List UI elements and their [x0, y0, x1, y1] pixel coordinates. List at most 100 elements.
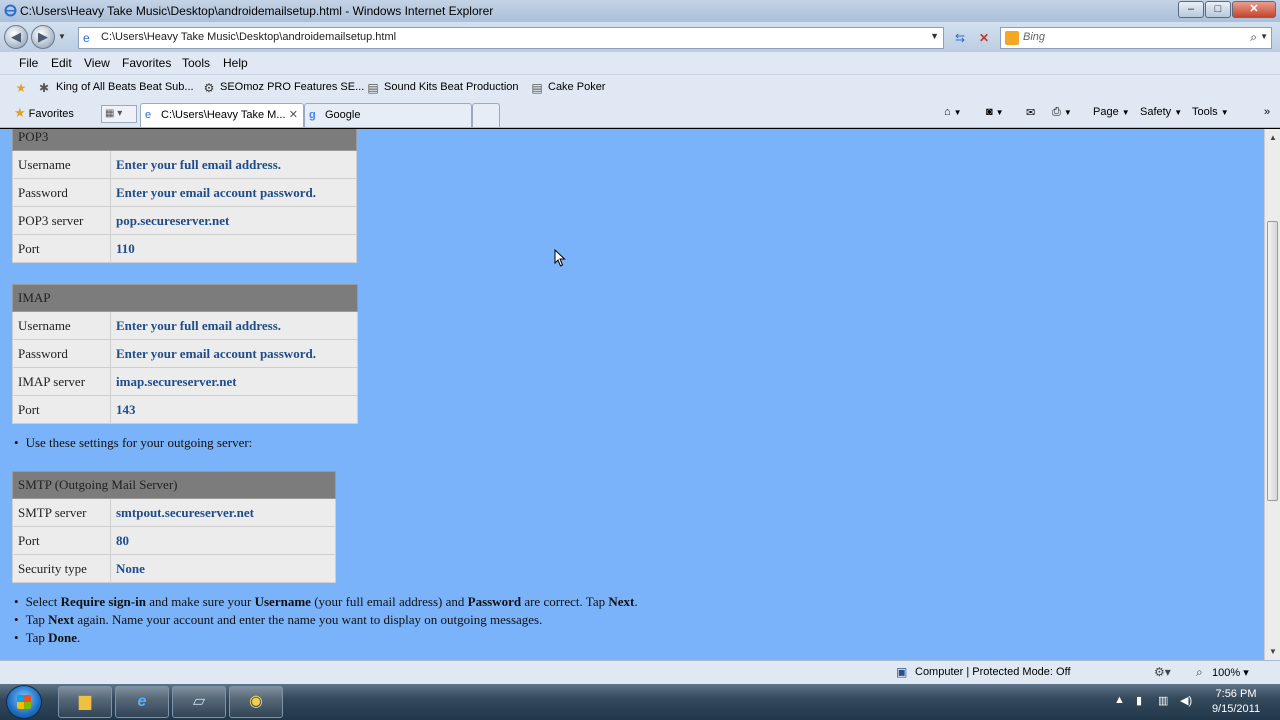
search-icon[interactable]: ⌕ — [1250, 30, 1257, 45]
favorite-link-cake-poker[interactable]: Cake Poker — [548, 81, 605, 93]
search-options-dropdown-icon[interactable]: ▼ — [1260, 32, 1268, 41]
minimize-button[interactable]: – — [1178, 1, 1204, 18]
print-button[interactable]: ⎙ ▼ — [1052, 106, 1072, 119]
title-bar: C:\Users\Heavy Take Music\Desktop\androi… — [0, 0, 1280, 22]
step-text: (your full email address) and — [310, 594, 468, 609]
menu-edit[interactable]: Edit — [51, 56, 72, 70]
address-dropdown-icon[interactable]: ▼ — [930, 31, 939, 41]
clock-date: 9/15/2011 — [1211, 703, 1261, 715]
page-icon: e — [83, 31, 90, 45]
favorites-label: Favorites — [28, 108, 74, 120]
table-row: Username Enter your full email address. — [12, 311, 358, 340]
volume-icon[interactable]: ◀) — [1180, 694, 1192, 707]
chevron-down-icon: ▼ — [1121, 108, 1130, 117]
windows-taskbar: ▆ e ▱ ◉ ▲ ▮ ▥ ◀) 7:56 PM 9/15/2011 — [0, 684, 1280, 720]
favorites-button[interactable]: ★ Favorites — [14, 105, 74, 121]
network-icon[interactable]: ▥ — [1158, 694, 1168, 707]
scroll-up-icon[interactable]: ▲ — [1269, 133, 1277, 142]
favorite-link-seomoz[interactable]: SEOmoz PRO Features SE... — [220, 81, 364, 93]
favorite-link-sound-kits[interactable]: Sound Kits Beat Production — [384, 81, 519, 93]
tools-menu-button[interactable]: Tools ▼ — [1192, 106, 1229, 118]
tab-google[interactable]: g Google — [304, 103, 472, 127]
step-bold-text: Require sign-in — [60, 594, 146, 609]
system-clock[interactable]: 7:56 PM 9/15/2011 — [1206, 687, 1266, 717]
smtp-header: SMTP (Outgoing Mail Server) — [12, 471, 336, 499]
menu-tools[interactable]: Tools — [182, 56, 210, 70]
scroll-down-icon[interactable]: ▼ — [1269, 647, 1277, 656]
setting-value: pop.secureserver.net — [110, 206, 357, 235]
tab-bar: ★ Favorites ▦ ▾ e C:\Users\Heavy Take M..… — [0, 100, 1280, 128]
power-icon[interactable]: ▮ — [1136, 694, 1142, 707]
setting-label: Password — [12, 339, 111, 368]
add-favorite-star-icon[interactable]: ★ — [14, 81, 28, 95]
taskbar-internet-explorer[interactable]: e — [115, 686, 169, 718]
menu-help[interactable]: Help — [223, 56, 248, 70]
setting-label: Port — [12, 395, 111, 424]
home-button[interactable]: ⌂ ▼ — [944, 106, 962, 118]
taskbar-app[interactable]: ▱ — [172, 686, 226, 718]
new-tab-button[interactable] — [472, 103, 500, 127]
window-title: C:\Users\Heavy Take Music\Desktop\androi… — [20, 4, 494, 18]
recorder-icon: ◉ — [249, 693, 263, 710]
search-placeholder: Bing — [1023, 31, 1046, 43]
step-bold-text: Done — [48, 630, 78, 645]
feeds-button[interactable]: ◙ ▼ — [986, 106, 1004, 118]
status-bar: ▣ Computer | Protected Mode: Off ⚙▾ ⌕ 10… — [0, 660, 1280, 684]
setting-label: Username — [12, 150, 111, 179]
address-field[interactable]: e C:\Users\Heavy Take Music\Desktop\andr… — [78, 27, 944, 49]
chevron-down-icon: ▼ — [1220, 108, 1229, 117]
page-link-icon: ▤ — [531, 81, 543, 95]
setting-value: Enter your full email address. — [110, 311, 358, 340]
maximize-button[interactable]: □ — [1205, 1, 1231, 18]
pop3-settings-table: POP3 Username Enter your full email addre… — [12, 129, 357, 263]
stop-icon[interactable]: ✕ — [974, 28, 994, 48]
page-menu-button[interactable]: Page ▼ — [1093, 106, 1130, 118]
security-zone-status[interactable]: Computer | Protected Mode: Off — [915, 666, 1071, 678]
chevron-expand-icon[interactable]: » — [1264, 106, 1270, 118]
protected-mode-icon[interactable]: ⚙▾ — [1154, 665, 1171, 679]
step-text: . — [77, 630, 81, 645]
zoom-level[interactable]: 100% ▾ — [1212, 666, 1249, 679]
favorite-link-king-of-all-beats[interactable]: King of All Beats Beat Sub... — [56, 81, 194, 93]
show-hidden-icons[interactable]: ▲ — [1114, 694, 1125, 706]
menu-favorites[interactable]: Favorites — [122, 56, 171, 70]
mail-icon: ✉ — [1026, 107, 1036, 119]
tab-androidemailsetup[interactable]: e C:\Users\Heavy Take M... ✕ — [140, 103, 304, 127]
setting-label: Port — [12, 526, 111, 555]
internet-explorer-icon: e — [137, 693, 147, 710]
table-row: Port 110 — [12, 234, 357, 263]
windows-logo-icon — [17, 695, 31, 709]
start-button[interactable] — [6, 685, 42, 719]
scrollbar-thumb[interactable] — [1267, 221, 1278, 501]
setting-value: Enter your email account password. — [110, 339, 358, 368]
search-field[interactable]: Bing ⌕ ▼ — [1000, 27, 1272, 49]
recent-pages-dropdown[interactable]: ▼ — [58, 32, 66, 41]
close-window-button[interactable]: ✕ — [1232, 1, 1276, 18]
forward-button[interactable]: ▶ — [31, 25, 55, 49]
outgoing-server-note: Use these settings for your outgoing ser… — [14, 435, 253, 451]
setting-label: SMTP server — [12, 498, 111, 527]
step-bold-text: Username — [254, 594, 311, 609]
table-row: Username Enter your full email address. — [12, 150, 357, 179]
refresh-icon[interactable]: ⇆ — [950, 28, 970, 48]
read-mail-button[interactable]: ✉ — [1026, 106, 1035, 119]
url-text: C:\Users\Heavy Take Music\Desktop\androi… — [101, 31, 397, 43]
taskbar-explorer[interactable]: ▆ — [58, 686, 112, 718]
menu-view[interactable]: View — [84, 56, 110, 70]
quick-tabs-button[interactable]: ▦ ▾ — [101, 105, 137, 123]
rss-feed-icon: ◙ — [986, 106, 993, 118]
close-tab-icon[interactable]: ✕ — [289, 108, 298, 121]
google-icon: g — [309, 109, 316, 121]
safety-menu-button[interactable]: Safety ▼ — [1140, 106, 1182, 118]
menu-bar: File Edit View Favorites Tools Help — [0, 52, 1280, 74]
setting-value: 143 — [110, 395, 358, 424]
pop3-header: POP3 — [12, 129, 357, 151]
table-row: Password Enter your email account passwor… — [12, 339, 358, 368]
menu-file[interactable]: File — [19, 56, 38, 70]
step-bold-text: Next — [48, 612, 75, 627]
vertical-scrollbar[interactable]: ▲ ▼ — [1264, 129, 1280, 660]
step-name-account: Tap Next again. Name your account and en… — [14, 612, 543, 628]
bing-logo-icon — [1005, 31, 1019, 45]
back-button[interactable]: ◀ — [4, 25, 28, 49]
taskbar-recorder[interactable]: ◉ — [229, 686, 283, 718]
